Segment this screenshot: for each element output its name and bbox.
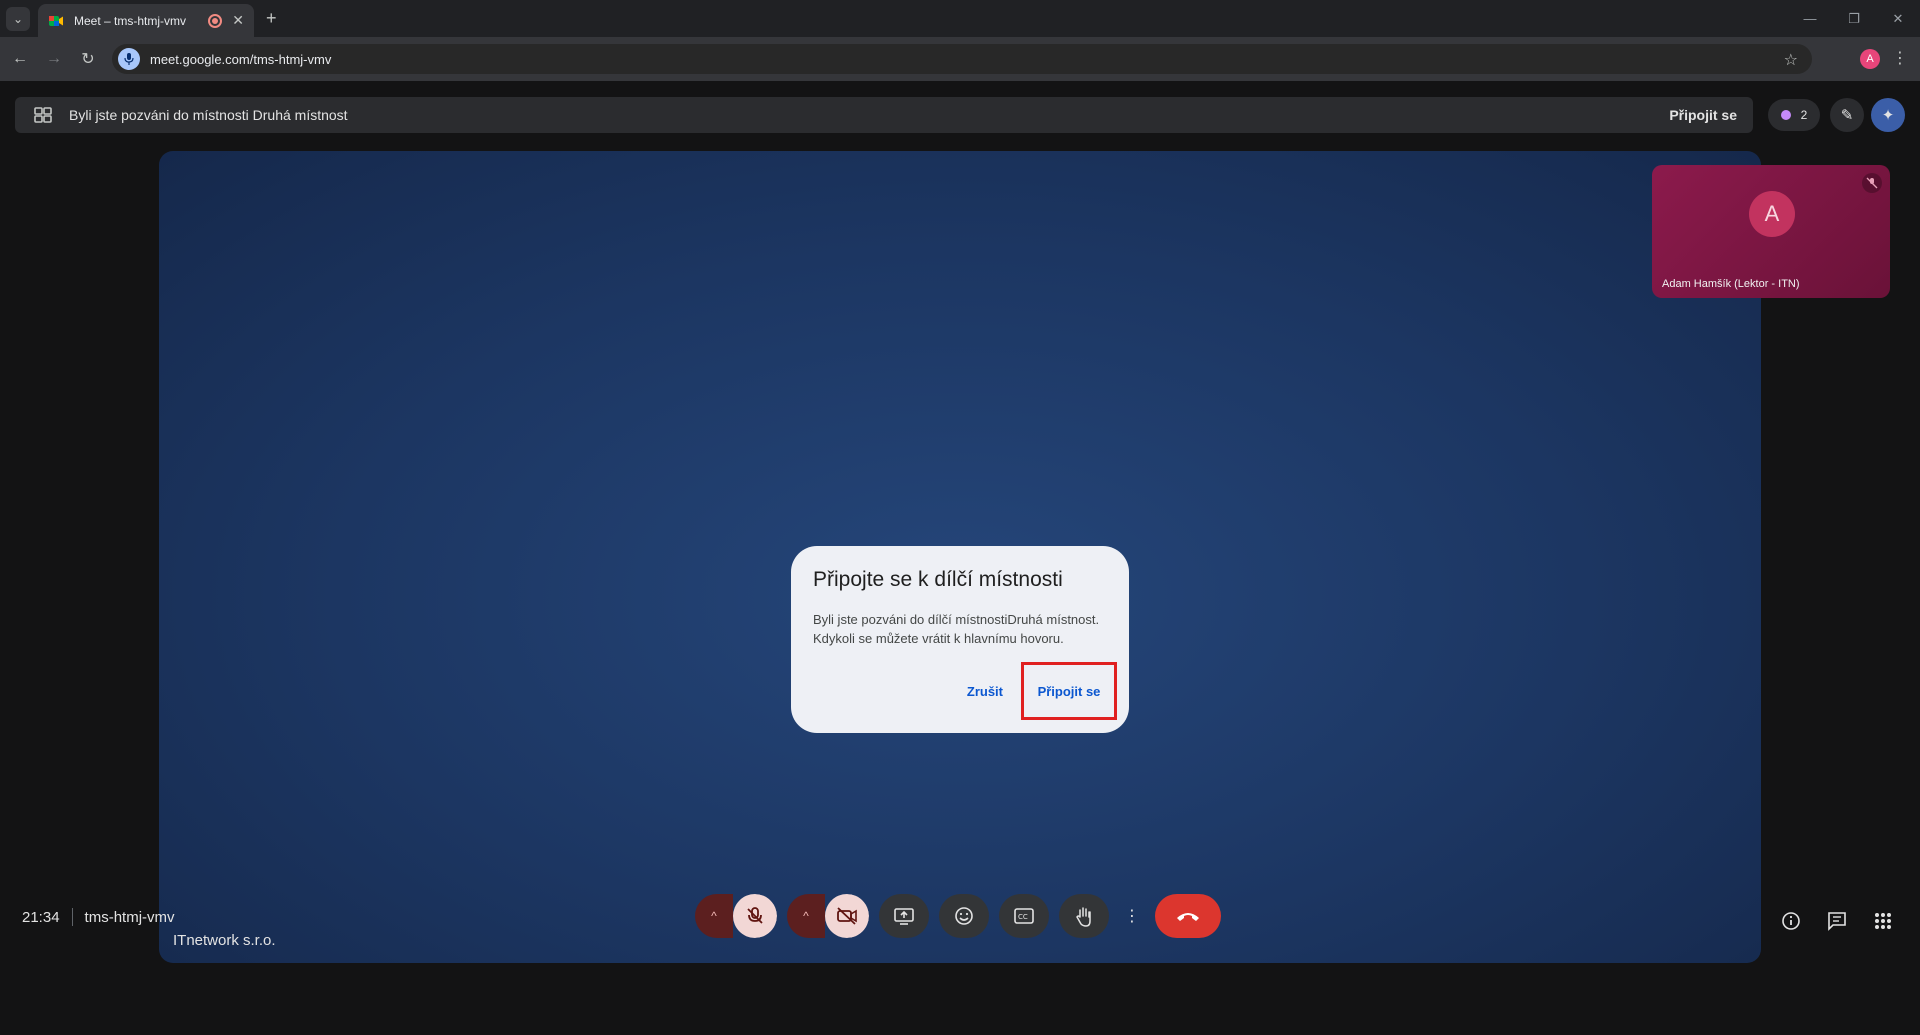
camera-off-button[interactable] <box>825 894 869 938</box>
audio-options-chevron-icon[interactable]: ^ <box>695 894 733 938</box>
pencil-icon: ✎ <box>1840 107 1854 124</box>
dialog-body-line-1: Byli jste pozváni do dílčí místnostiDruh… <box>813 612 1100 627</box>
banner-text: Byli jste pozváni do místnosti Druhá mís… <box>69 107 348 123</box>
participants-icon <box>1780 110 1791 120</box>
present-screen-button[interactable] <box>879 894 929 938</box>
meet-window: Byli jste pozváni do místnosti Druhá mís… <box>0 81 1920 1035</box>
new-tab-button[interactable]: + <box>266 8 277 29</box>
mic-control-group: ^ <box>695 894 777 938</box>
dialog-body-line-2: Kdykoli se můžete vrátit k hlavnímu hovo… <box>813 631 1064 646</box>
minimize-icon[interactable]: — <box>1788 0 1832 37</box>
chat-button[interactable] <box>1820 904 1854 938</box>
camera-off-icon <box>837 907 857 925</box>
breakout-rooms-icon <box>34 107 52 123</box>
forward-icon[interactable]: → <box>40 45 68 73</box>
participant-tile[interactable]: A Adam Hamšík (Lektor - ITN) <box>1652 165 1890 298</box>
url-text: meet.google.com/tms-htmj-vmv <box>150 51 332 67</box>
dialog-title: Připojte se k dílčí místnosti <box>813 568 1063 591</box>
mic-off-icon <box>747 907 763 924</box>
svg-text:CC: CC <box>1018 913 1028 921</box>
participants-count: 2 <box>1800 108 1808 122</box>
address-bar[interactable]: meet.google.com/tms-htmj-vmv ☆ <box>112 44 1812 74</box>
dialog-actions: Zrušit Připojit se <box>955 662 1117 720</box>
meeting-code: tms-htmj-vmv <box>84 908 175 926</box>
join-highlight-box: Připojit se <box>1021 662 1117 720</box>
bookmark-star-icon[interactable]: ☆ <box>1784 50 1798 70</box>
emoji-icon <box>955 907 973 925</box>
apps-grid-icon <box>1875 913 1891 929</box>
video-options-chevron-icon[interactable]: ^ <box>787 894 825 938</box>
google-meet-icon <box>49 15 63 26</box>
close-tab-icon[interactable]: ✕ <box>232 12 244 29</box>
mic-off-button[interactable] <box>733 894 777 938</box>
participants-button[interactable]: 2 <box>1768 99 1820 131</box>
tab-title: Meet – tms-htmj-vmv <box>74 13 187 28</box>
meeting-details-button[interactable] <box>1774 904 1808 938</box>
tab-search-button[interactable]: ⌄ <box>6 7 30 31</box>
activities-button[interactable] <box>1866 904 1900 938</box>
sparkle-icon: ✦ <box>1881 107 1895 124</box>
reload-icon[interactable]: ↻ <box>74 45 102 73</box>
muted-mic-icon <box>1862 173 1882 193</box>
window-close-icon[interactable]: ✕ <box>1876 0 1920 37</box>
cancel-button[interactable]: Zrušit <box>955 674 1015 709</box>
leave-call-button[interactable] <box>1155 894 1221 938</box>
participant-name: Adam Hamšík (Lektor - ITN) <box>1662 278 1800 290</box>
end-call-icon <box>1177 913 1199 921</box>
side-panel-buttons <box>1762 904 1900 938</box>
presenter-name: ITnetwork s.r.o. <box>173 932 276 949</box>
window-controls: — ❐ ✕ <box>1788 0 1920 37</box>
dialog-body: Byli jste pozváni do dílčí místnostiDruh… <box>813 610 1107 648</box>
info-icon <box>1782 912 1800 930</box>
captions-button[interactable]: CC <box>999 894 1049 938</box>
call-controls: ^ ^ CC ⋮ <box>695 894 1221 938</box>
browser-tab-bar: ⌄ Meet – tms-htmj-vmv ✕ + — ❐ ✕ <box>0 0 1920 37</box>
banner-join-button[interactable]: Připojit se <box>1669 107 1737 123</box>
chrome-menu-icon[interactable]: ⋮ <box>1892 48 1908 68</box>
participant-avatar: A <box>1749 191 1795 237</box>
raise-hand-button[interactable] <box>1059 894 1109 938</box>
meeting-info: 21:34 tms-htmj-vmv <box>22 908 175 926</box>
camera-control-group: ^ <box>787 894 869 938</box>
browser-tab-meet[interactable]: Meet – tms-htmj-vmv ✕ <box>38 4 254 37</box>
raise-hand-icon <box>1076 907 1091 927</box>
breakout-invite-banner: Byli jste pozváni do místnosti Druhá mís… <box>15 97 1753 133</box>
divider <box>71 908 73 926</box>
present-screen-icon <box>894 908 914 925</box>
current-time: 21:34 <box>22 908 60 926</box>
profile-avatar[interactable]: A <box>1860 49 1880 69</box>
site-mic-icon[interactable] <box>118 48 140 70</box>
more-options-icon[interactable]: ⋮ <box>1119 894 1145 938</box>
reactions-button[interactable] <box>939 894 989 938</box>
recording-indicator-icon <box>208 13 223 28</box>
join-button[interactable]: Připojit se <box>1026 674 1113 709</box>
back-icon[interactable]: ← <box>6 45 34 73</box>
chat-icon <box>1828 912 1846 931</box>
pen-tools-button[interactable]: ✎ <box>1830 98 1864 132</box>
join-breakout-dialog: Připojte se k dílčí místnosti Byli jste … <box>791 546 1129 733</box>
gemini-button[interactable]: ✦ <box>1871 98 1905 132</box>
restore-icon[interactable]: ❐ <box>1832 0 1876 37</box>
captions-icon: CC <box>1014 908 1034 924</box>
browser-toolbar: ← → ↻ meet.google.com/tms-htmj-vmv ☆ A ⋮ <box>0 37 1920 81</box>
